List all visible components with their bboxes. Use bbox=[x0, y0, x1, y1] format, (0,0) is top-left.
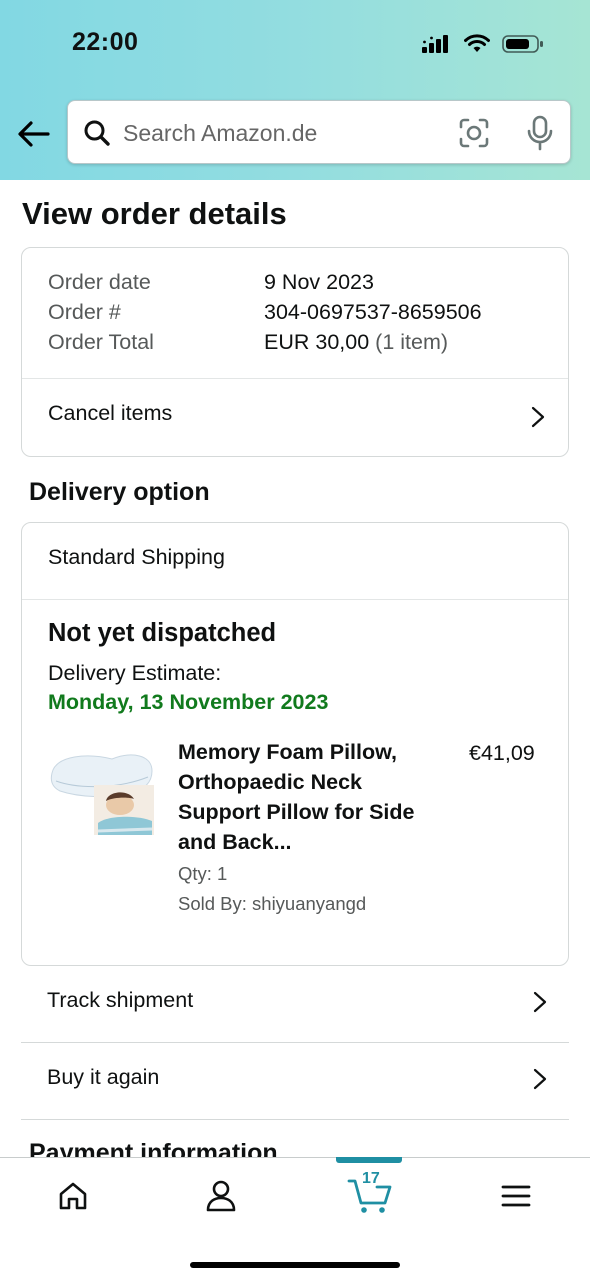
account-icon bbox=[206, 1180, 236, 1212]
order-date-value: 9 Nov 2023 bbox=[264, 270, 374, 294]
chevron-right-icon bbox=[533, 991, 547, 1013]
header: 22:00 bbox=[0, 0, 590, 180]
buy-again-row[interactable]: Buy it again bbox=[21, 1043, 569, 1119]
camera-scan-icon[interactable] bbox=[458, 117, 490, 149]
shipment-status: Not yet dispatched bbox=[48, 619, 277, 647]
wifi-icon bbox=[464, 34, 490, 52]
product-image[interactable] bbox=[48, 741, 156, 837]
nav-menu[interactable] bbox=[491, 1174, 541, 1218]
status-icons bbox=[422, 30, 544, 58]
search-icon bbox=[84, 120, 110, 146]
back-arrow-icon bbox=[18, 121, 50, 147]
order-total-value: EUR 30,00 (1 item) bbox=[264, 330, 448, 355]
back-button[interactable] bbox=[16, 116, 52, 152]
home-icon bbox=[59, 1182, 87, 1210]
delivery-estimate-date: Monday, 13 November 2023 bbox=[48, 690, 329, 714]
pillow-product-image bbox=[50, 754, 154, 835]
search-bar[interactable] bbox=[67, 100, 571, 164]
page-title: View order details bbox=[22, 196, 287, 231]
cart-active-indicator bbox=[336, 1157, 402, 1163]
delivery-card: Standard Shipping Not yet dispatched Del… bbox=[21, 522, 569, 966]
product-quantity: Qty: 1 bbox=[178, 863, 228, 884]
order-item-count: (1 item) bbox=[375, 330, 449, 354]
product-seller: Sold By: shiyuanyangd bbox=[178, 893, 367, 914]
battery-icon bbox=[502, 35, 543, 53]
home-indicator bbox=[190, 1262, 400, 1268]
order-number-value: 304-0697537-8659506 bbox=[264, 300, 482, 324]
divider bbox=[22, 599, 568, 600]
status-time: 22:00 bbox=[72, 28, 139, 56]
search-input[interactable] bbox=[123, 115, 433, 151]
divider bbox=[21, 1119, 569, 1120]
delivery-estimate-label: Delivery Estimate: bbox=[48, 661, 222, 685]
delivery-section-title: Delivery option bbox=[29, 478, 210, 506]
bottom-nav: 17 bbox=[0, 1157, 590, 1280]
cancel-items-label: Cancel items bbox=[48, 401, 173, 425]
product-title-link[interactable]: Memory Foam Pillow, Orthopaedic Neck Sup… bbox=[178, 737, 428, 857]
order-date-label: Order date bbox=[48, 270, 151, 294]
cancel-items-row[interactable]: Cancel items bbox=[22, 379, 568, 456]
microphone-icon[interactable] bbox=[524, 115, 556, 151]
chevron-right-icon bbox=[531, 406, 545, 428]
product-price: €41,09 bbox=[469, 741, 535, 765]
order-number-label: Order # bbox=[48, 300, 121, 324]
order-summary-card: Order date 9 Nov 2023 Order # 304-069753… bbox=[21, 247, 569, 457]
menu-icon bbox=[501, 1185, 531, 1207]
cellular-signal-icon bbox=[422, 35, 448, 53]
buy-again-label: Buy it again bbox=[47, 1065, 160, 1089]
cart-count-badge: 17 bbox=[362, 1170, 380, 1187]
track-shipment-row[interactable]: Track shipment bbox=[21, 966, 569, 1042]
shipping-type: Standard Shipping bbox=[48, 545, 225, 569]
nav-home[interactable] bbox=[48, 1174, 98, 1218]
nav-account[interactable] bbox=[196, 1174, 246, 1218]
track-shipment-label: Track shipment bbox=[47, 988, 194, 1012]
order-total-label: Order Total bbox=[48, 330, 154, 354]
chevron-right-icon bbox=[533, 1068, 547, 1090]
order-total-amount: EUR 30,00 bbox=[264, 330, 370, 354]
